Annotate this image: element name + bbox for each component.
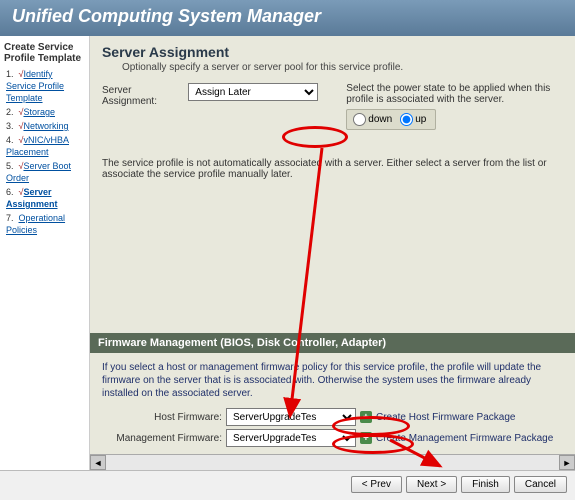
info-text: The service profile is not automatically… (102, 158, 563, 180)
server-assignment-select[interactable]: Assign Later (188, 83, 318, 101)
create-mgmt-fw-link[interactable]: Create Management Firmware Package (376, 433, 553, 444)
create-host-fw-link[interactable]: Create Host Firmware Package (376, 412, 516, 423)
content-pane: Server Assignment Optionally specify a s… (90, 36, 575, 470)
page-subtitle: Optionally specify a server or server po… (122, 62, 563, 73)
power-state-label: Select the power state to be applied whe… (346, 83, 563, 105)
power-state-group: down up (346, 109, 436, 130)
plus-icon[interactable]: + (360, 432, 372, 444)
plus-icon[interactable]: + (360, 411, 372, 423)
scroll-left-icon[interactable]: ◄ (90, 455, 106, 470)
firmware-desc: If you select a host or management firmw… (102, 361, 563, 400)
wizard-step[interactable]: 5. √Server Boot Order (6, 160, 85, 184)
wizard-step[interactable]: 1. √Identify Service Profile Template (6, 68, 85, 104)
finish-button[interactable]: Finish (461, 476, 510, 493)
radio-down[interactable]: down (353, 113, 392, 126)
host-firmware-select[interactable]: ServerUpgradeTes (226, 408, 356, 426)
radio-up[interactable]: up (400, 113, 426, 126)
wizard-steps: Create Service Profile Template 1. √Iden… (0, 36, 90, 470)
scroll-right-icon[interactable]: ► (559, 455, 575, 470)
window-title: Unified Computing System Manager (0, 0, 575, 36)
prev-button[interactable]: < Prev (351, 476, 402, 493)
wizard-heading: Create Service Profile Template (4, 42, 85, 64)
mgmt-firmware-select[interactable]: ServerUpgradeTes (226, 429, 356, 447)
cancel-button[interactable]: Cancel (514, 476, 567, 493)
wizard-step[interactable]: 4. √vNIC/vHBA Placement (6, 134, 85, 158)
host-fw-label: Host Firmware: (102, 412, 222, 423)
horizontal-scrollbar[interactable]: ◄ ► (90, 454, 575, 470)
mgmt-fw-label: Management Firmware: (102, 433, 222, 444)
assign-label: Server Assignment: (102, 83, 180, 107)
page-title: Server Assignment (102, 44, 563, 60)
wizard-step[interactable]: 7. Operational Policies (6, 212, 85, 236)
wizard-step[interactable]: 2. √Storage (6, 106, 85, 118)
next-button[interactable]: Next > (406, 476, 457, 493)
wizard-step[interactable]: 3. √Networking (6, 120, 85, 132)
wizard-step[interactable]: 6. √Server Assignment (6, 186, 85, 210)
wizard-button-bar: < Prev Next > Finish Cancel (0, 470, 575, 498)
firmware-section-header[interactable]: Firmware Management (BIOS, Disk Controll… (90, 333, 575, 353)
